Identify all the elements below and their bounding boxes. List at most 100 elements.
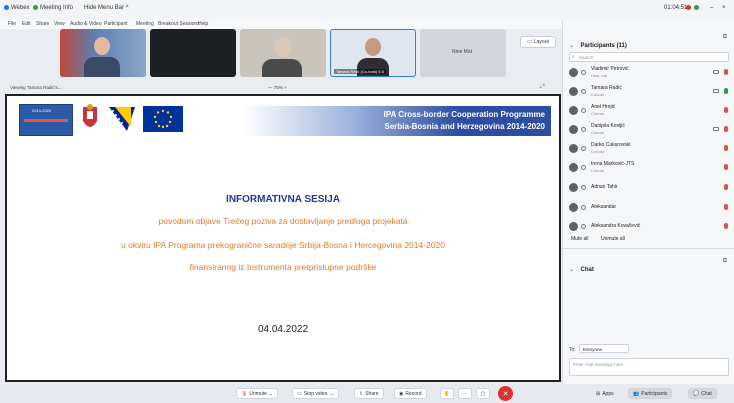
camera-icon xyxy=(713,70,719,74)
audio-status-icon xyxy=(581,224,586,229)
slide-date: 04.04.2022 xyxy=(257,324,309,335)
mic-muted-icon: 🎙 xyxy=(241,390,248,397)
more-options-button[interactable]: ⋯ xyxy=(458,388,472,399)
participant-head xyxy=(274,37,292,57)
record-icon: ◉ xyxy=(399,390,404,397)
programme-banner: IPA Cross-border Cooperation Programme S… xyxy=(243,106,551,136)
collapse-chevron-icon: ⌄ xyxy=(569,267,575,273)
zoom-control[interactable]: — 75% + xyxy=(268,85,287,90)
more-icon: ⋯ xyxy=(462,390,468,397)
close-icon[interactable]: × xyxy=(722,5,726,11)
audio-status-icon xyxy=(581,70,586,75)
meeting-controls-bar: 🎙 Unmute ⌄ ▭ Stop video ⌄ ⇪ Share ◉ Record ✋ ⋯… xyxy=(0,384,734,403)
popout-icon[interactable]: ⧉ xyxy=(723,258,727,265)
participant-row[interactable]: Vladimir Petrović Host, me xyxy=(569,65,729,84)
close-icon: ✕ xyxy=(502,390,509,398)
shared-content: 2014-2020 IPA Cross-border Cooperation P… xyxy=(5,94,561,382)
mic-muted-icon[interactable] xyxy=(724,69,728,75)
menu-participant[interactable]: Participant xyxy=(104,21,128,27)
participant-row[interactable]: Danijela Kovijić Cohost xyxy=(569,122,729,141)
avatar xyxy=(569,125,578,134)
participant-row[interactable]: Aleksandar xyxy=(569,200,729,219)
chat-message-input[interactable]: Enter chat message here xyxy=(569,358,729,376)
video-camera-icon: ▭ xyxy=(297,390,302,397)
menu-share[interactable]: Share xyxy=(36,21,49,27)
participants-button[interactable]: 👥 Participants xyxy=(628,388,673,399)
menu-view[interactable]: View xyxy=(54,21,65,27)
layout-button[interactable]: ▭ Layout xyxy=(520,36,556,48)
menu-breakout-sessions[interactable]: Breakout Sessions xyxy=(158,21,200,27)
chat-recipient-value: Everyone xyxy=(583,346,603,352)
participant-row[interactable]: Adnan Tahir xyxy=(569,180,729,199)
unmute-all-button[interactable]: Unmute all xyxy=(601,236,625,242)
participant-role: Cohost xyxy=(591,130,604,135)
participants-search[interactable]: ⌕ Search xyxy=(569,52,729,62)
avatar xyxy=(569,183,578,192)
captions-button[interactable]: ▢ xyxy=(476,388,490,399)
video-tile-label: Tamara Relić (Co-host) 5.5 xyxy=(334,69,386,74)
video-tile-1[interactable] xyxy=(60,29,146,77)
search-placeholder: Search xyxy=(579,54,594,60)
participant-row[interactable]: Aleksandra Kovačević xyxy=(569,219,729,238)
audio-status-icon xyxy=(581,165,586,170)
fullscreen-icon[interactable]: ⤢ xyxy=(540,84,545,91)
apps-button[interactable]: ⊞ Apps xyxy=(592,388,618,399)
mic-muted-icon[interactable] xyxy=(724,107,728,113)
recording-indicator-icon xyxy=(686,5,691,10)
participant-head xyxy=(365,38,381,56)
meeting-info-link[interactable]: Meeting Info xyxy=(40,5,73,11)
chat-button[interactable]: 💬 Chat xyxy=(688,388,717,399)
stop-video-button[interactable]: ▭ Stop video ⌄ xyxy=(292,388,339,399)
participant-role: Cohost xyxy=(591,149,604,154)
reactions-button[interactable]: ✋ xyxy=(440,388,454,399)
more-participants-tile[interactable]: Nine Mat xyxy=(420,29,506,77)
participant-torso xyxy=(357,58,389,76)
participant-row[interactable]: Irena Marković-JTS Cohost xyxy=(569,160,729,179)
video-tile-3[interactable] xyxy=(240,29,326,77)
video-tile-4-active-speaker[interactable]: Tamara Relić (Co-host) 5.5 xyxy=(330,29,416,77)
participant-role: Cohost xyxy=(591,92,604,97)
menu-file[interactable]: File xyxy=(8,21,16,27)
panel-divider xyxy=(563,248,734,249)
unmute-button[interactable]: 🎙 Unmute ⌄ xyxy=(236,388,279,399)
mic-muted-icon[interactable] xyxy=(724,204,728,210)
menu-meeting[interactable]: Meeting xyxy=(136,21,154,27)
participants-header[interactable]: ⌄ Participants (11) ⧉ xyxy=(569,34,729,49)
chat-recipient-select[interactable]: Everyone xyxy=(579,344,629,353)
hand-raise-icon: ✋ xyxy=(443,390,451,397)
eu-flag-icon xyxy=(143,106,183,132)
participant-name: Tamara Radić xyxy=(591,85,622,91)
menu-help[interactable]: Help xyxy=(198,21,208,27)
share-button[interactable]: ⇪ Share xyxy=(354,388,384,399)
participant-row[interactable]: Anel Hrnjić Cohost xyxy=(569,103,729,122)
mic-active-icon[interactable] xyxy=(724,88,728,94)
video-tile-2[interactable] xyxy=(150,29,236,77)
participant-name: Irena Marković-JTS xyxy=(591,161,635,167)
banner-line-2: Serbia-Bosnia and Herzegovina 2014-2020 xyxy=(384,122,545,131)
mic-muted-icon[interactable] xyxy=(724,184,728,190)
record-button[interactable]: ◉ Record xyxy=(394,388,427,399)
chat-header[interactable]: ⌄ Chat ⧉ xyxy=(569,258,729,273)
minimize-icon[interactable]: – xyxy=(710,5,713,11)
mic-muted-icon[interactable] xyxy=(724,164,728,170)
programme-logo: 2014-2020 xyxy=(19,104,73,136)
mic-muted-icon[interactable] xyxy=(724,223,728,229)
leave-meeting-button[interactable]: ✕ xyxy=(498,386,513,401)
menu-edit[interactable]: Edit xyxy=(22,21,31,27)
app-name: Webex xyxy=(11,5,30,11)
popout-icon[interactable]: ⧉ xyxy=(723,34,727,41)
search-icon: ⌕ xyxy=(572,54,575,60)
mute-all-button[interactable]: Mute all xyxy=(571,236,589,242)
participant-row[interactable]: Tamara Radić Cohost xyxy=(569,84,729,103)
bosnia-flag-icon xyxy=(107,105,137,133)
hide-menu-bar-button[interactable]: Hide Menu Bar ^ xyxy=(84,5,129,11)
slide-line-2: u okviru IPA Programa prekogranične sara… xyxy=(121,240,445,250)
mic-muted-icon[interactable] xyxy=(724,126,728,132)
participant-row[interactable]: Darko Cukurovski Cohost xyxy=(569,141,729,160)
mic-muted-icon[interactable] xyxy=(724,145,728,151)
menu-audio-video[interactable]: Audio & Video xyxy=(70,21,102,27)
participant-name: Adnan Tahir xyxy=(591,184,618,190)
participant-role: Host, me xyxy=(591,73,608,78)
more-participants-label: Nine Mat xyxy=(452,49,473,55)
participant-role: Cohost xyxy=(591,111,604,116)
